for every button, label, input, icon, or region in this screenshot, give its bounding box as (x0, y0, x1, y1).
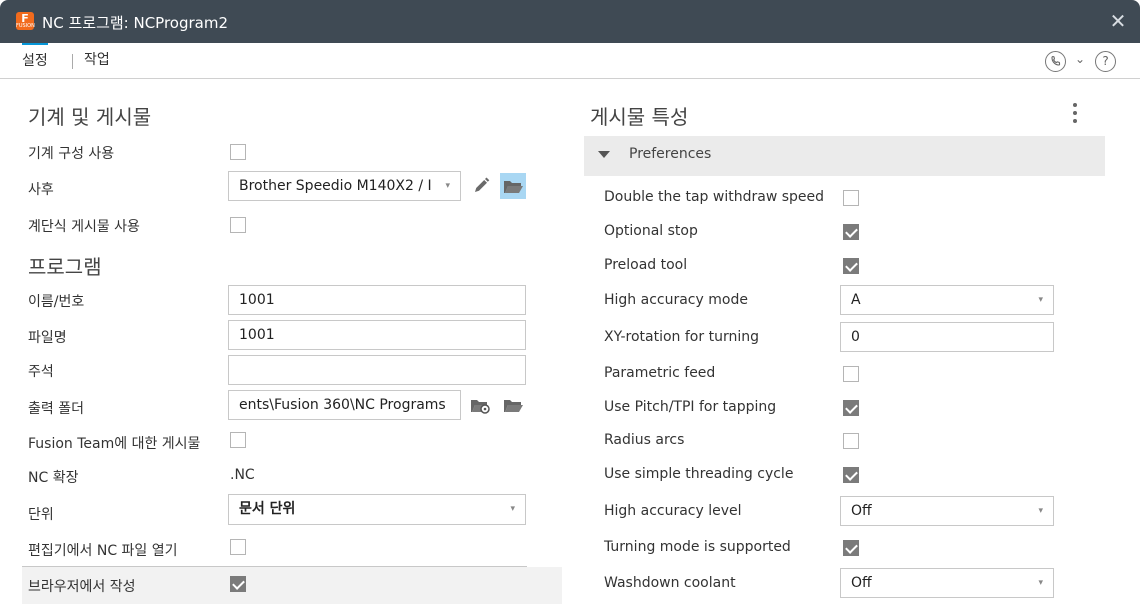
prop-value: A (851, 292, 861, 308)
preferences-label: Preferences (629, 146, 712, 162)
prop-select[interactable]: A ▾ (840, 285, 1054, 315)
prop-input[interactable]: 0 (840, 322, 1054, 352)
output-folder-input[interactable]: ents\Fusion 360\NC Programs (228, 390, 461, 420)
unit-label: 단위 (28, 507, 54, 523)
dropdown-caret-icon: ▾ (1038, 578, 1043, 588)
tab-settings[interactable]: 설정 (22, 43, 48, 78)
prop-label: Washdown coolant (604, 575, 736, 591)
fusion-team-label: Fusion Team에 대한 게시물 (28, 436, 201, 452)
machine-config-label: 기계 구성 사용 (28, 146, 115, 162)
prop-value: Off (851, 575, 872, 591)
fusion-team-checkbox[interactable] (230, 432, 246, 448)
prop-checkbox[interactable] (843, 400, 859, 416)
filename-label: 파일명 (28, 330, 67, 346)
dropdown-caret-icon: ▾ (445, 181, 450, 191)
post-select[interactable]: Brother Speedio M140X2 / I ▾ (228, 171, 461, 201)
prop-label: Parametric feed (604, 365, 716, 381)
prop-checkbox[interactable] (843, 224, 859, 240)
open-editor-label: 편집기에서 NC 파일 열기 (28, 543, 178, 559)
comment-input[interactable] (228, 355, 526, 385)
prop-label: Optional stop (604, 223, 698, 239)
prop-checkbox[interactable] (843, 366, 859, 382)
unit-select[interactable]: 문서 단위 ▾ (228, 494, 526, 525)
filename-input[interactable]: 1001 (228, 320, 526, 350)
app-icon-sub: FUSION (16, 23, 35, 29)
kebab-menu-icon[interactable] (1068, 101, 1082, 125)
nc-extension-label: NC 확장 (28, 470, 79, 486)
folder-open-icon[interactable] (500, 392, 526, 418)
title-bar: F FUSION NC 프로그램: NCProgram2 ✕ (0, 0, 1140, 43)
window-title: NC 프로그램: NCProgram2 (42, 14, 229, 32)
section-program: 프로그램 (28, 255, 102, 279)
staged-post-checkbox[interactable] (230, 217, 246, 233)
name-number-input[interactable]: 1001 (228, 285, 526, 315)
prop-label: Turning mode is supported (604, 539, 791, 555)
prop-select[interactable]: Off ▾ (840, 496, 1054, 526)
prop-label: High accuracy level (604, 503, 742, 519)
prop-checkbox[interactable] (843, 540, 859, 556)
machine-config-checkbox[interactable] (230, 144, 246, 160)
prop-label: High accuracy mode (604, 292, 748, 308)
folder-settings-icon[interactable] (468, 392, 494, 418)
triangle-down-icon (598, 151, 610, 158)
prop-select[interactable]: Off ▾ (840, 568, 1054, 598)
prop-label: Double the tap withdraw speed (604, 189, 825, 205)
post-value: Brother Speedio M140X2 / I (239, 178, 432, 194)
section-machine-post: 기계 및 게시물 (28, 105, 152, 129)
comment-label: 주석 (28, 364, 54, 380)
create-in-browser-checkbox[interactable] (230, 576, 246, 592)
section-post-properties: 게시물 특성 (590, 105, 689, 129)
prop-checkbox[interactable] (843, 190, 859, 206)
prop-value: 0 (851, 329, 860, 345)
prop-label: Radius arcs (604, 432, 685, 448)
nc-extension-value: .NC (230, 467, 255, 483)
open-editor-checkbox[interactable] (230, 539, 246, 555)
post-label: 사후 (28, 182, 54, 198)
chevron-down-icon[interactable]: ⌄ (1075, 52, 1085, 66)
prop-label: Preload tool (604, 257, 688, 273)
dropdown-caret-icon: ▾ (1038, 506, 1043, 516)
prop-checkbox[interactable] (843, 433, 859, 449)
pencil-icon[interactable] (468, 173, 494, 199)
tab-bar: 설정 작업 (0, 43, 1140, 79)
close-icon[interactable]: ✕ (1107, 8, 1129, 34)
create-in-browser-label: 브라우저에서 작성 (28, 579, 136, 595)
prop-checkbox[interactable] (843, 467, 859, 483)
app-icon: F FUSION (16, 12, 35, 30)
tab-operations[interactable]: 작업 (84, 43, 110, 78)
unit-value: 문서 단위 (239, 501, 296, 517)
dropdown-caret-icon: ▾ (1038, 295, 1043, 305)
prop-label: XY-rotation for turning (604, 329, 759, 345)
phone-icon[interactable] (1045, 51, 1066, 72)
staged-post-label: 계단식 게시물 사용 (28, 219, 140, 235)
tab-divider (72, 54, 73, 69)
folder-open-icon[interactable] (500, 173, 526, 199)
help-icon[interactable]: ? (1095, 51, 1116, 72)
prop-checkbox[interactable] (843, 258, 859, 274)
output-folder-label: 출력 폴더 (28, 401, 84, 417)
name-number-label: 이름/번호 (28, 294, 85, 310)
dropdown-caret-icon: ▾ (510, 504, 515, 514)
prop-label: Use simple threading cycle (604, 466, 794, 482)
preferences-group-header[interactable]: Preferences (584, 136, 1105, 176)
prop-label: Use Pitch/TPI for tapping (604, 399, 777, 415)
prop-value: Off (851, 503, 872, 519)
